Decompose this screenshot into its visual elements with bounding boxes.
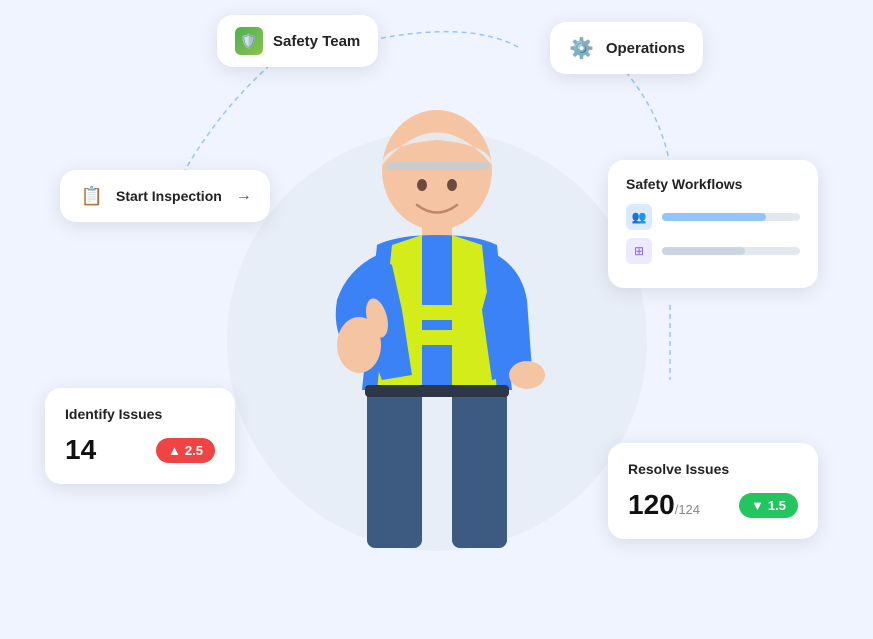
worker-figure — [267, 60, 607, 580]
resolve-bottom: 120/124 ▼ 1.5 — [628, 489, 798, 521]
clipboard-icon: 📋 — [78, 182, 106, 210]
safety-team-label: Safety Team — [273, 33, 360, 50]
operations-card: ⚙️ Operations — [550, 22, 703, 74]
resolve-issues-title: Resolve Issues — [628, 461, 798, 477]
issues-badge: ▲ 2.5 — [156, 438, 215, 463]
workflow-bar-fill-1 — [662, 213, 766, 221]
identify-issues-title: Identify Issues — [65, 406, 215, 422]
workflow-bar-1 — [662, 213, 800, 221]
workflows-title: Safety Workflows — [626, 176, 800, 192]
operations-label: Operations — [606, 40, 685, 57]
workflow-icon-people: 👥 — [626, 204, 652, 230]
gear-icon: ⚙️ — [568, 34, 596, 62]
resolve-count-group: 120/124 — [628, 489, 700, 521]
workflow-item-1: 👥 — [626, 204, 800, 230]
resolve-badge-value: 1.5 — [768, 498, 786, 513]
workflow-item-2: ⊞ — [626, 238, 800, 264]
issues-badge-value: 2.5 — [185, 443, 203, 458]
workflow-bar-2 — [662, 247, 800, 255]
safety-team-card: 🛡️ Safety Team — [217, 15, 378, 67]
start-inspection-label: Start Inspection — [116, 188, 222, 204]
resolve-badge: ▼ 1.5 — [739, 493, 798, 518]
workflow-icon-grid: ⊞ — [626, 238, 652, 264]
arrow-icon: → — [236, 187, 252, 205]
scene: 🛡️ Safety Team ⚙️ Operations 📋 Start Ins… — [0, 0, 873, 639]
workflow-bar-fill-2 — [662, 247, 745, 255]
resolve-issues-card: Resolve Issues 120/124 ▼ 1.5 — [608, 443, 818, 539]
resolve-count: 120 — [628, 489, 675, 520]
identify-issues-card: Identify Issues 14 ▲ 2.5 — [45, 388, 235, 484]
resolve-sub: /124 — [675, 502, 700, 517]
shield-icon: 🛡️ — [235, 27, 263, 55]
issues-badge-arrow: ▲ — [168, 443, 181, 458]
start-inspection-card[interactable]: 📋 Start Inspection → — [60, 170, 270, 222]
resolve-badge-arrow: ▼ — [751, 498, 764, 513]
issues-count: 14 — [65, 434, 96, 466]
safety-workflows-card: Safety Workflows 👥 ⊞ — [608, 160, 818, 288]
issues-bottom: 14 ▲ 2.5 — [65, 434, 215, 466]
